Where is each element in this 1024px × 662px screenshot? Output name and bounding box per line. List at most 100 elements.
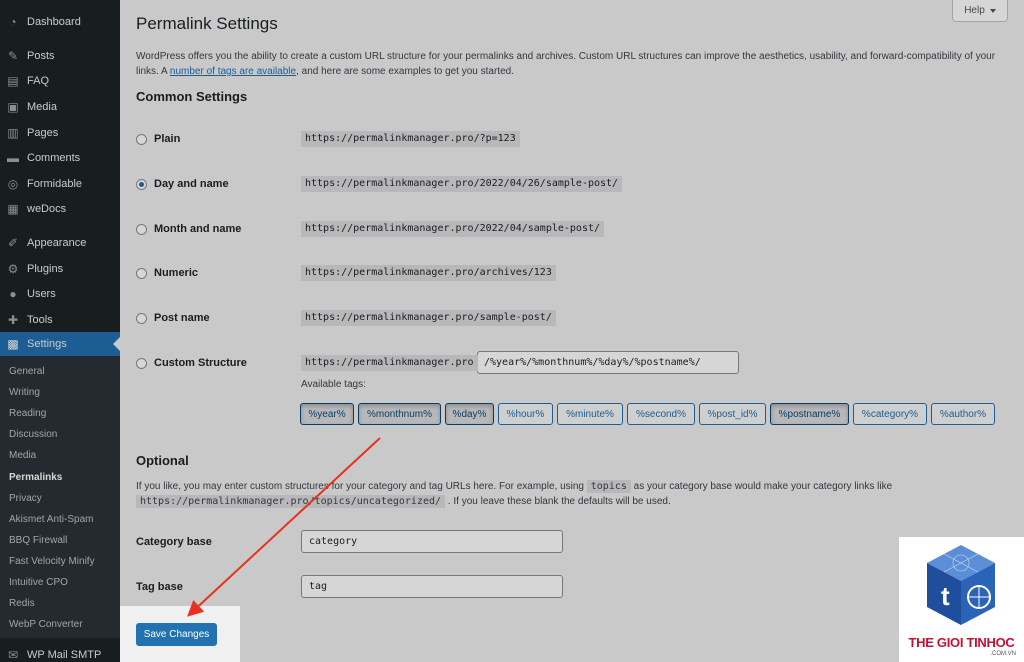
- dashboard-icon: ◔: [9, 15, 17, 29]
- tag-button-day[interactable]: %day%: [445, 403, 494, 425]
- formidable-icon: ◎: [7, 177, 19, 191]
- tag-button-post-id[interactable]: %post_id%: [699, 403, 766, 425]
- svg-text:t: t: [941, 581, 950, 611]
- submenu-item-reading[interactable]: Reading: [9, 407, 46, 421]
- permalink-example-post-name: https://permalinkmanager.pro/sample-post…: [301, 310, 556, 326]
- plugin-icon: ⚙: [7, 262, 19, 276]
- radio-numeric[interactable]: [136, 267, 147, 279]
- sidebar-item-appearance[interactable]: ✐ Appearance: [0, 231, 120, 255]
- sidebar-item-formidable[interactable]: ◎ Formidable: [0, 172, 120, 196]
- sidebar-item-posts[interactable]: ✎ Posts: [0, 44, 120, 68]
- sidebar-item-wp-mail-smtp[interactable]: ✉ WP Mail SMTP: [0, 643, 120, 662]
- tag-button-monthnum[interactable]: %monthnum%: [358, 403, 441, 425]
- submenu-item-general[interactable]: General: [9, 365, 45, 379]
- sidebar-item-plugins[interactable]: ⚙ Plugins: [0, 257, 120, 281]
- radio-label: Month and name: [154, 223, 242, 235]
- available-tags-label: Available tags:: [301, 379, 366, 390]
- permalink-option-numeric[interactable]: Numeric: [136, 265, 198, 281]
- submenu-item-webp-converter[interactable]: WebP Converter: [9, 618, 83, 632]
- tag-button-hour[interactable]: %hour%: [498, 403, 553, 425]
- custom-structure-input[interactable]: [477, 351, 739, 374]
- submenu-item-permalinks[interactable]: Permalinks: [9, 471, 62, 485]
- tag-base-input[interactable]: [301, 575, 563, 598]
- sidebar-item-label: weDocs: [27, 203, 67, 215]
- sidebar-item-label: Media: [27, 101, 57, 113]
- tag-button-second[interactable]: %second%: [627, 403, 695, 425]
- optional-text-part: . If you leave these blank the defaults …: [445, 496, 671, 507]
- radio-month-and-name[interactable]: [136, 223, 147, 235]
- permalink-option-custom-structure[interactable]: Custom Structure: [136, 355, 247, 371]
- sidebar-item-faq[interactable]: ▤ FAQ: [0, 69, 120, 93]
- sidebar-item-label: Tools: [27, 314, 53, 326]
- tag-button-year[interactable]: %year%: [300, 403, 354, 425]
- brush-icon: ✐: [7, 236, 19, 250]
- permalink-option-post-name[interactable]: Post name: [136, 310, 210, 326]
- optional-text-part: as your category base would make your ca…: [630, 481, 893, 492]
- radio-label: Numeric: [154, 267, 199, 279]
- sidebar-item-label: Plugins: [27, 263, 64, 275]
- sidebar-item-label: WP Mail SMTP: [27, 649, 102, 661]
- radio-custom-structure[interactable]: [136, 357, 147, 369]
- sidebar-item-label: Pages: [27, 127, 59, 139]
- submenu-item-discussion[interactable]: Discussion: [9, 428, 57, 442]
- category-base-label: Category base: [136, 536, 212, 548]
- radio-day-and-name[interactable]: [136, 178, 147, 190]
- save-changes-button[interactable]: Save Changes: [136, 623, 217, 646]
- permalink-option-day-and-name[interactable]: Day and name: [136, 176, 229, 192]
- permalink-example-day-and-name: https://permalinkmanager.pro/2022/04/26/…: [301, 176, 623, 192]
- sidebar-item-label: FAQ: [27, 75, 50, 87]
- page-title: Permalink Settings: [136, 14, 278, 33]
- radio-label: Custom Structure: [154, 357, 247, 369]
- sidebar-item-label: Comments: [27, 152, 81, 164]
- sidebar-item-comments[interactable]: ▬ Comments: [0, 146, 120, 170]
- radio-post-name[interactable]: [136, 312, 147, 324]
- submenu-item-bbq-firewall[interactable]: BBQ Firewall: [9, 534, 67, 548]
- permalink-example-numeric: https://permalinkmanager.pro/archives/12…: [301, 265, 556, 281]
- submenu-item-privacy[interactable]: Privacy: [9, 492, 42, 506]
- submenu-item-media[interactable]: Media: [9, 449, 36, 463]
- caret-down-icon: [989, 8, 996, 13]
- submenu-item-writing[interactable]: Writing: [9, 386, 40, 400]
- submenu-item-akismet-anti-spam[interactable]: Akismet Anti-Spam: [9, 513, 93, 527]
- permalink-option-month-and-name[interactable]: Month and name: [136, 221, 241, 237]
- sidebar-item-settings[interactable]: ▩ Settings: [0, 332, 120, 356]
- sidebar-item-label: Users: [27, 288, 56, 300]
- mail-icon: ✉: [7, 648, 19, 662]
- sidebar-item-media[interactable]: ▣ Media: [0, 95, 120, 119]
- example-url-code: https://permalinkmanager.pro/topics/unca…: [136, 495, 446, 508]
- tag-button-minute[interactable]: %minute%: [557, 403, 623, 425]
- radio-label: Plain: [154, 133, 181, 145]
- sidebar-item-label: Dashboard: [27, 16, 81, 28]
- user-icon: ●: [9, 287, 17, 301]
- sidebar-item-label: Settings: [27, 338, 67, 350]
- sidebar-item-wedocs[interactable]: ▦ weDocs: [0, 197, 120, 221]
- category-base-input[interactable]: [301, 530, 563, 553]
- help-button[interactable]: Help: [952, 0, 1008, 22]
- faq-icon: ▤: [7, 74, 19, 88]
- comments-icon: ▬: [7, 151, 19, 165]
- radio-plain[interactable]: [136, 133, 147, 145]
- sidebar-item-pages[interactable]: ▥ Pages: [0, 121, 120, 145]
- brand-logo: t THE GIOI TINHOC .COM.VN: [899, 537, 1024, 662]
- sidebar-item-label: Appearance: [27, 237, 87, 249]
- tag-button-author[interactable]: %author%: [931, 403, 995, 425]
- submenu-item-intuitive-cpo[interactable]: Intuitive CPO: [9, 576, 68, 590]
- radio-label: Post name: [154, 312, 210, 324]
- tag-base-label: Tag base: [136, 581, 183, 593]
- sidebar-item-dashboard[interactable]: ◔ Dashboard: [0, 10, 120, 34]
- permalink-example-plain: https://permalinkmanager.pro/?p=123: [301, 131, 520, 147]
- permalink-option-plain[interactable]: Plain: [136, 131, 180, 147]
- settings-submenu: General Writing Reading Discussion Media Perm…: [0, 356, 120, 638]
- logo-wordmark: THE GIOI TINHOC: [908, 635, 1015, 650]
- submenu-item-redis[interactable]: Redis: [9, 597, 35, 611]
- tag-button-category[interactable]: %category%: [853, 403, 927, 425]
- sidebar-item-users[interactable]: ● Users: [0, 282, 120, 306]
- tag-button-postname[interactable]: %postname%: [770, 403, 849, 425]
- sidebar-item-tools[interactable]: ✚ Tools: [0, 308, 120, 332]
- permalink-example-custom-structure: https://permalinkmanager.pro: [301, 355, 478, 371]
- submenu-item-fast-velocity-minify[interactable]: Fast Velocity Minify: [9, 555, 95, 569]
- sidebar-item-label: Formidable: [27, 178, 83, 190]
- cube-logo-icon: t: [927, 545, 995, 625]
- optional-description: If you like, you may enter custom struct…: [136, 479, 1006, 509]
- tags-doc-link[interactable]: number of tags are available: [170, 66, 296, 77]
